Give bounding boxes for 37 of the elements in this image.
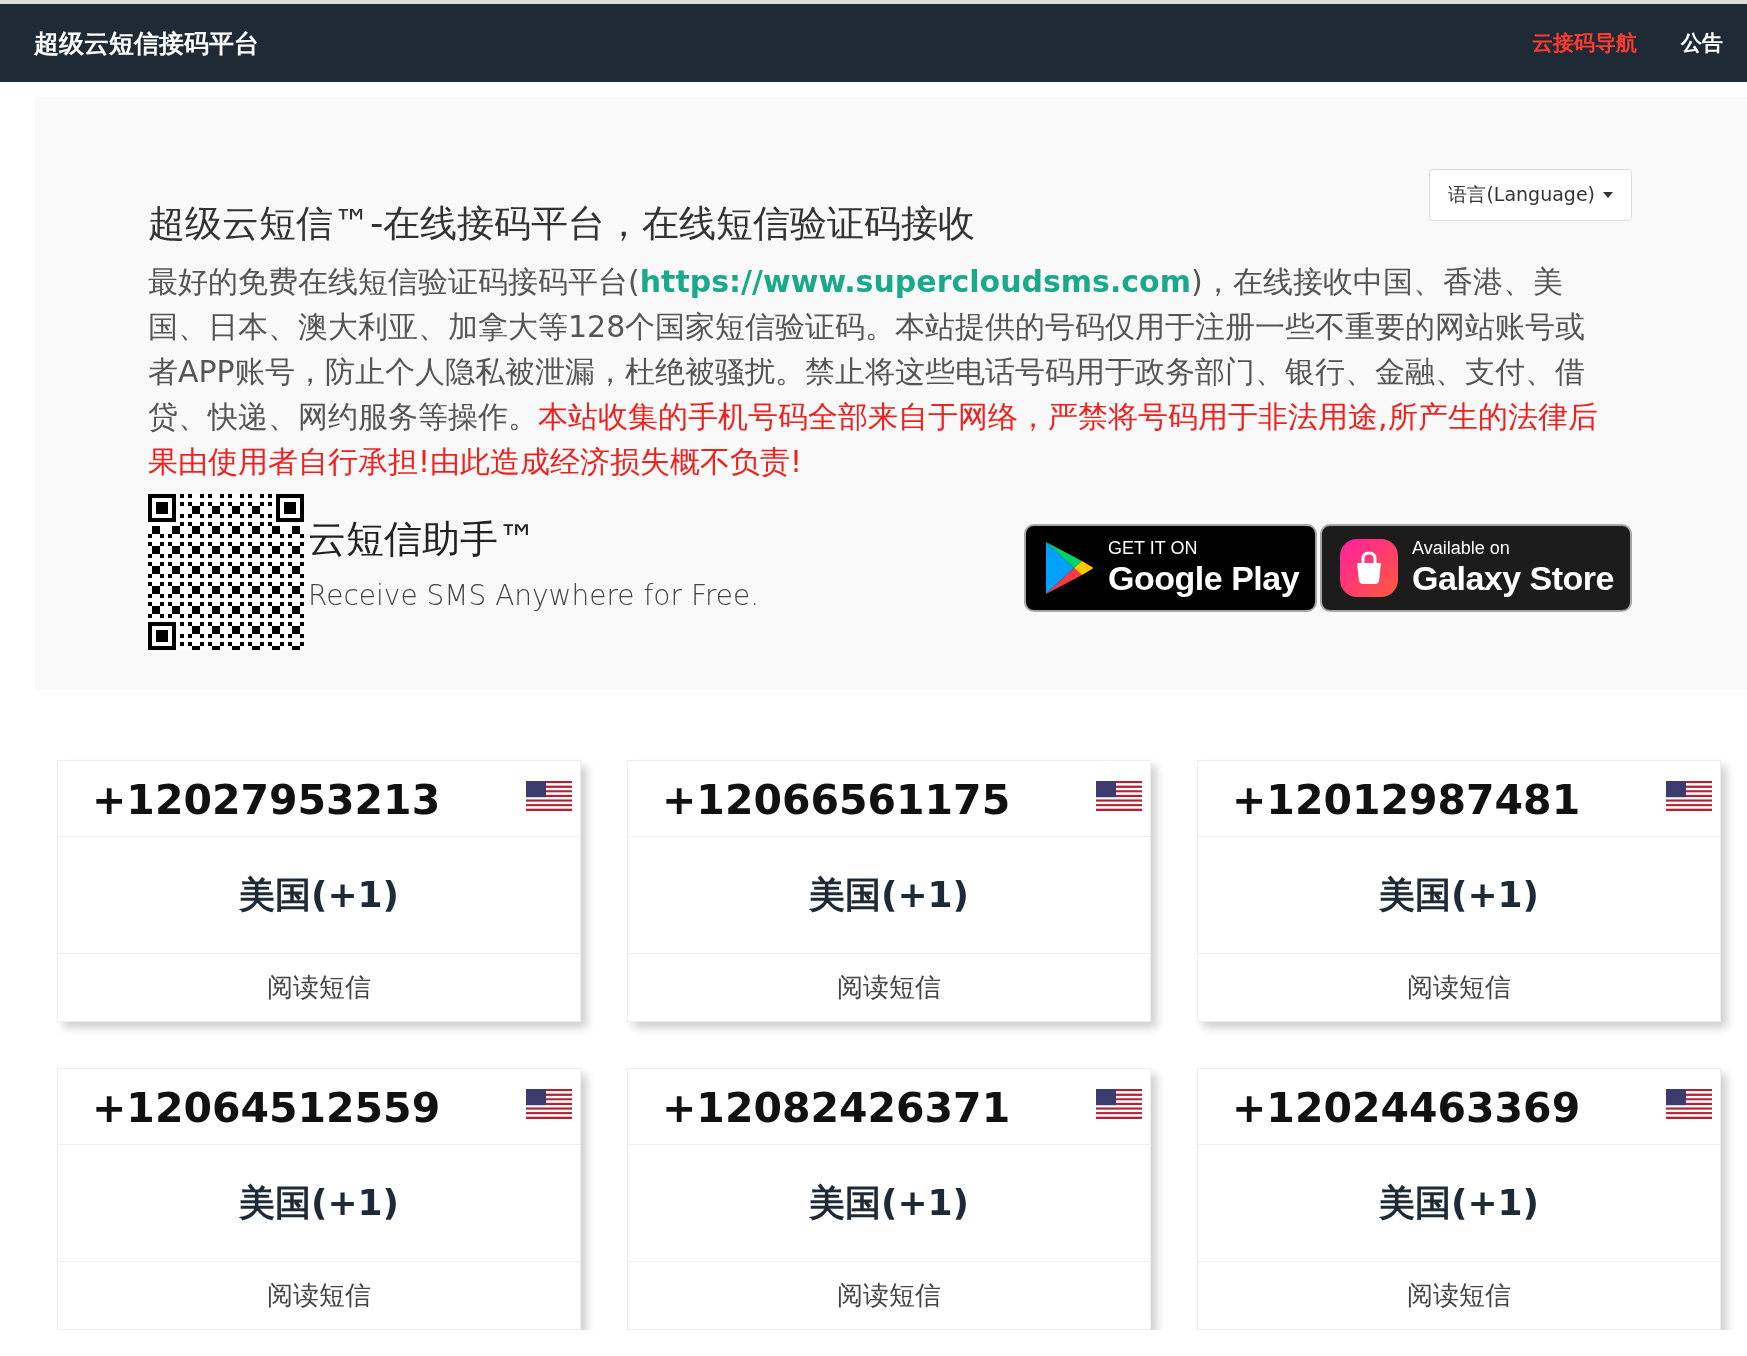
brand-link[interactable]: 超级云短信接码平台	[34, 26, 259, 60]
flag-icon	[1096, 1089, 1142, 1119]
read-sms-link[interactable]: 阅读短信	[628, 954, 1150, 1021]
shopping-bag-icon	[1340, 539, 1399, 597]
phone-number[interactable]: +12027953213	[92, 775, 441, 825]
country-label: 美国(+1)	[238, 872, 400, 917]
country-label: 美国(+1)	[808, 1180, 970, 1225]
app-tagline: Receive SMS Anywhere for Free.	[308, 579, 760, 612]
read-sms-link[interactable]: 阅读短信	[58, 1262, 580, 1329]
nav-link[interactable]: 云接码导航	[1532, 29, 1637, 57]
read-sms-link[interactable]: 阅读短信	[1198, 1262, 1720, 1329]
read-sms-link[interactable]: 阅读短信	[58, 954, 580, 1021]
flag-icon	[1666, 1089, 1712, 1119]
phone-number[interactable]: +12064512559	[92, 1083, 441, 1133]
flag-icon	[1666, 781, 1712, 811]
phone-number[interactable]: +12082426371	[662, 1083, 1011, 1133]
app-name: 云短信助手™	[308, 516, 537, 563]
flag-icon	[526, 1089, 572, 1119]
page-title: 超级云短信™-在线接码平台，在线短信验证码接收	[148, 201, 976, 247]
galaxy-store-badge[interactable]: Available on Galaxy Store	[1320, 524, 1632, 612]
flag-icon	[526, 781, 572, 811]
country-label: 美国(+1)	[238, 1180, 400, 1225]
read-sms-link[interactable]: 阅读短信	[1198, 954, 1720, 1021]
flag-icon	[1096, 781, 1142, 811]
country-label: 美国(+1)	[808, 872, 970, 917]
phone-number[interactable]: +12012987481	[1232, 775, 1581, 825]
read-sms-link[interactable]: 阅读短信	[628, 1262, 1150, 1329]
phone-number[interactable]: +12024463369	[1232, 1083, 1581, 1133]
country-label: 美国(+1)	[1378, 1180, 1540, 1225]
language-dropdown[interactable]: 语言(Language)	[1429, 169, 1632, 221]
phone-number[interactable]: +12066561175	[662, 775, 1011, 825]
nav-link[interactable]: 公告	[1681, 29, 1723, 57]
description-paragraph: 最好的免费在线短信验证码接码平台(https://www.supercloudsms.com)，在线接收中国、香港、美国、日本、澳大利亚、加拿大等128个国家短信验证码。本站提供的号码仅用于注册一些不重要的网站账号或者APP账号，防止个人隐私被泄漏，杜绝被骚扰。禁止将这些电话号码用于政务部门、银行、金融、支付、借贷、快递、网约服务等操作。本站收集的手机号码全部来自于网络，严禁将号码用于非法用途,所产生的法律后果由使用者自行承担!由此造成经济损失概不负责!	[148, 263, 1598, 481]
play-triangle-icon	[1044, 540, 1095, 596]
google-play-badge[interactable]: GET IT ON Google Play	[1024, 524, 1318, 612]
caret-icon	[1603, 192, 1613, 198]
country-label: 美国(+1)	[1378, 872, 1540, 917]
